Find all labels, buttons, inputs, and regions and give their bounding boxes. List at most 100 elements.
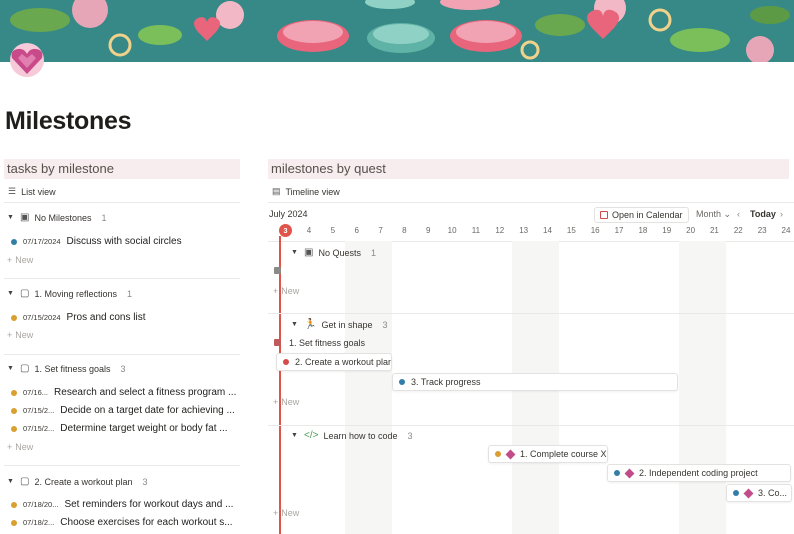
weekend-shade <box>679 241 726 534</box>
divider <box>4 465 240 466</box>
timeline-item[interactable]: 1. Set fitness goals <box>289 338 365 348</box>
right-section-title: milestones by quest <box>268 159 789 179</box>
list-view-label: List view <box>21 186 56 197</box>
task-date: 07/15/2... <box>23 424 55 433</box>
task-date: 07/17/2024 <box>23 237 61 246</box>
divider <box>268 313 794 314</box>
group-count: 1 <box>370 247 376 258</box>
day-label: 19 <box>662 226 672 235</box>
status-dot <box>733 490 739 496</box>
list-item[interactable]: 07/16... Research and select a fitness p… <box>11 387 236 398</box>
list-item[interactable]: 07/18/20... Set reminders for workout da… <box>11 499 233 510</box>
day-label: 15 <box>566 226 576 235</box>
divider <box>4 202 240 203</box>
timeline-group-learn-to-code[interactable]: ▼ </> Learn how to code 3 <box>291 430 413 441</box>
drag-handle-icon[interactable] <box>274 267 281 274</box>
new-item-button[interactable]: + New <box>7 255 33 265</box>
new-item-button[interactable]: + New <box>273 397 299 407</box>
day-label: 14 <box>543 226 552 235</box>
task-name: Decide on a target date for achieving ..… <box>60 405 235 416</box>
today-badge: 3 <box>279 224 292 237</box>
collapse-caret-icon[interactable]: ▼ <box>7 478 15 485</box>
group-count: 3 <box>382 319 388 330</box>
day-label: 4 <box>306 226 312 235</box>
group-set-fitness-goals[interactable]: ▼ ▢ 1. Set fitness goals 3 <box>7 363 126 374</box>
collapse-caret-icon[interactable]: ▼ <box>7 365 15 372</box>
task-date: 07/18/2... <box>23 518 55 527</box>
group-count: 1 <box>101 212 107 223</box>
list-item[interactable]: 07/18/2... Choose exercises for each wor… <box>11 517 233 528</box>
group-create-workout-plan[interactable]: ▼ ▢ 2. Create a workout plan 3 <box>7 476 148 487</box>
timeline-item[interactable]: 2. Create a workout plan <box>276 353 392 371</box>
milestone-diamond-icon <box>505 449 516 459</box>
page-icon: ▢ <box>20 476 30 487</box>
task-name: Determine target weight or body fat ... <box>60 423 228 434</box>
heart-gem-icon <box>10 43 44 77</box>
list-icon: ☰ <box>8 186 17 196</box>
collapse-caret-icon[interactable]: ▼ <box>291 432 299 439</box>
timeline-item[interactable]: 3. Co... <box>726 484 792 502</box>
task-name: Choose exercises for each workout s... <box>60 517 233 528</box>
timeline-group-get-in-shape[interactable]: ▼ 🏃 Get in shape 3 <box>291 319 388 330</box>
new-item-button[interactable]: + New <box>273 286 299 296</box>
group-title: 1. Moving reflections <box>34 288 117 299</box>
day-label: 6 <box>354 226 359 235</box>
group-no-milestones[interactable]: ▼ ▣ No Milestones 1 <box>7 212 107 223</box>
timeline-item[interactable]: 1. Complete course X <box>488 445 608 463</box>
task-name: Set reminders for workout days and ... <box>64 499 234 510</box>
list-item[interactable]: 07/15/2... Decide on a target date for a… <box>11 405 235 416</box>
task-name: Pros and cons list <box>66 312 146 323</box>
new-item-button[interactable]: + New <box>273 508 299 518</box>
scale-select[interactable]: Month ⌄ <box>696 209 731 220</box>
collapse-caret-icon[interactable]: ▼ <box>291 321 299 328</box>
task-name: Research and select a fitness program ..… <box>54 387 237 398</box>
next-arrow-icon[interactable]: › <box>780 209 783 219</box>
chevron-down-icon: ⌄ <box>723 209 732 219</box>
page-icon: ▢ <box>20 363 30 374</box>
open-in-calendar-button[interactable]: Open in Calendar <box>594 207 689 223</box>
list-item[interactable]: 07/15/2024 Pros and cons list <box>11 312 145 323</box>
calendar-icon <box>600 211 608 219</box>
group-moving-reflections[interactable]: ▼ ▢ 1. Moving reflections 1 <box>7 288 132 299</box>
collapse-caret-icon[interactable]: ▼ <box>7 214 15 221</box>
new-item-button[interactable]: + New <box>7 442 33 452</box>
timeline-view-tab[interactable]: ▤ Timeline view <box>272 186 340 197</box>
timeline-group-no-quests[interactable]: ▼ ▣ No Quests 1 <box>291 247 376 258</box>
divider <box>4 278 240 279</box>
page-icon: ▢ <box>20 288 30 299</box>
new-label: New <box>281 397 300 407</box>
day-label: 21 <box>709 226 719 235</box>
divider <box>268 202 794 203</box>
timeline-view-label: Timeline view <box>285 186 340 197</box>
timeline-item[interactable]: 3. Track progress <box>392 373 678 391</box>
drag-handle-icon[interactable] <box>274 339 281 346</box>
code-icon: </> <box>304 430 319 441</box>
group-title: No Milestones <box>34 212 92 223</box>
new-item-button[interactable]: + New <box>7 330 33 340</box>
task-name: Discuss with social circles <box>66 236 182 247</box>
collapse-caret-icon[interactable]: ▼ <box>291 249 299 256</box>
day-label: 13 <box>519 226 529 235</box>
day-label: 20 <box>686 226 696 235</box>
group-count: 3 <box>407 430 413 441</box>
day-label: 10 <box>447 226 457 235</box>
today-button[interactable]: Today <box>750 209 776 219</box>
item-name: 3. Track progress <box>411 377 481 387</box>
prev-arrow-icon[interactable]: ‹ <box>737 209 740 219</box>
group-count: 1 <box>127 288 133 299</box>
milestone-diamond-icon <box>743 488 754 498</box>
list-item[interactable]: 07/15/2... Determine target weight or bo… <box>11 423 228 434</box>
collapse-caret-icon[interactable]: ▼ <box>7 290 15 297</box>
day-label: 16 <box>590 226 600 235</box>
timeline-item[interactable]: 2. Independent coding project <box>607 464 791 482</box>
task-date: 07/18/20... <box>23 500 59 509</box>
status-dot <box>11 501 17 508</box>
new-label: New <box>15 255 34 265</box>
day-label: 17 <box>614 226 624 235</box>
item-name: 2. Independent coding project <box>639 468 758 478</box>
status-dot <box>11 314 17 321</box>
list-item[interactable]: 07/17/2024 Discuss with social circles <box>11 236 182 247</box>
today-line <box>279 236 281 534</box>
task-date: 07/16... <box>23 388 49 397</box>
list-view-tab[interactable]: ☰ List view <box>8 186 56 197</box>
